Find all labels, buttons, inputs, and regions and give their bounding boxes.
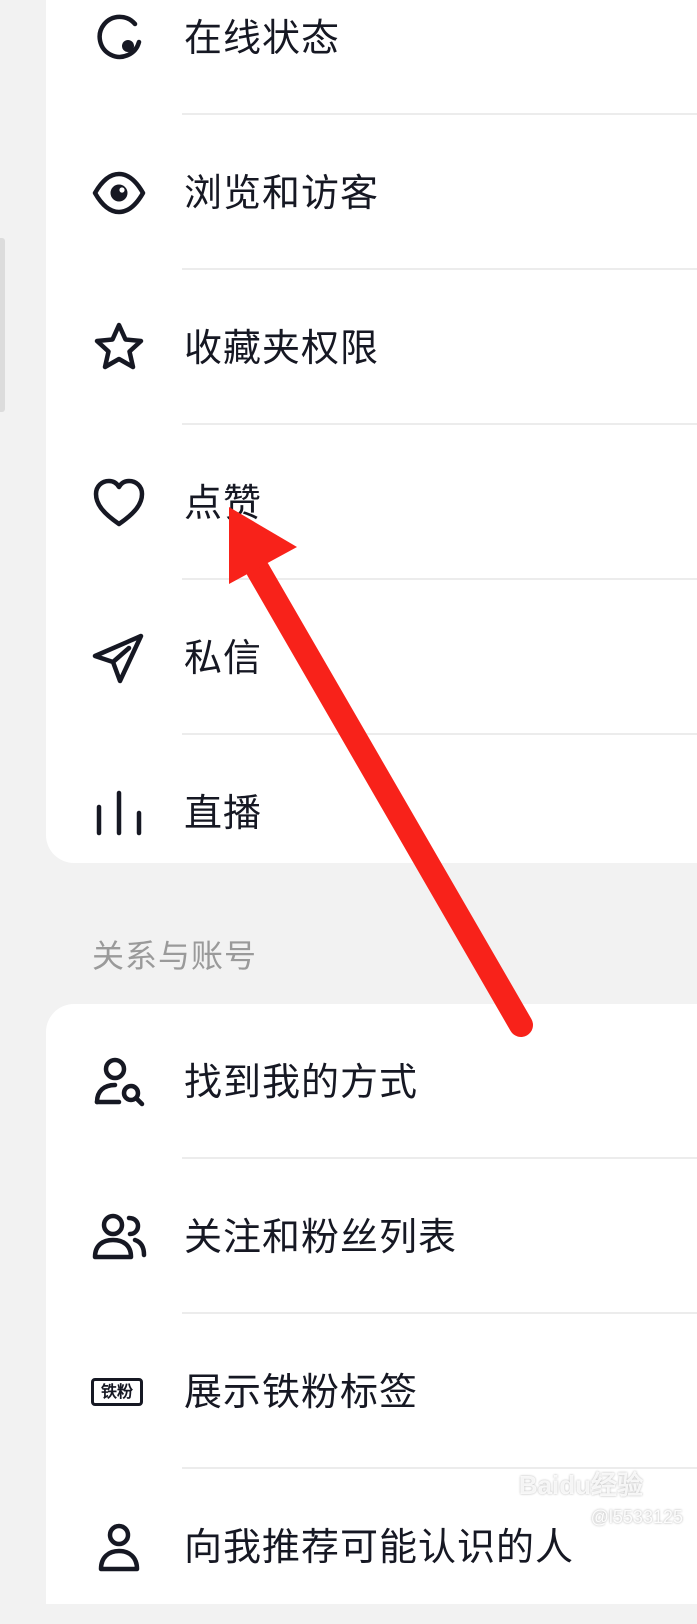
settings-row-label: 找到我的方式 xyxy=(184,1059,419,1104)
settings-row-live[interactable]: 直播 xyxy=(46,735,697,890)
eye-icon xyxy=(91,165,147,221)
settings-row-label: 浏览和访客 xyxy=(184,170,380,215)
settings-row-label: 直播 xyxy=(184,790,263,835)
live-bars-icon xyxy=(91,785,147,841)
watermark: Baidu经验 @l5533125 xyxy=(519,1470,683,1528)
settings-row-label: 在线状态 xyxy=(184,15,341,60)
settings-row-label: 收藏夹权限 xyxy=(184,325,380,370)
heart-icon xyxy=(91,475,147,531)
user-search-icon xyxy=(91,1054,147,1110)
watermark-handle: @l5533125 xyxy=(590,1507,683,1527)
tiefen-badge-icon: 铁粉 xyxy=(91,1364,147,1420)
settings-row-favorites-permission[interactable]: 收藏夹权限 xyxy=(46,270,697,425)
settings-row-following-followers-list[interactable]: 关注和粉丝列表 xyxy=(46,1159,697,1314)
settings-row-likes[interactable]: 点赞 xyxy=(46,425,697,580)
privacy-settings-card: 在线状态 浏览和访客 收藏夹权限 点赞 私信 直播 xyxy=(46,0,697,863)
watermark-brand: Baidu经验 xyxy=(518,1470,643,1500)
settings-row-online-status[interactable]: 在线状态 xyxy=(46,0,697,115)
users-icon xyxy=(91,1209,147,1265)
settings-row-views-visitors[interactable]: 浏览和访客 xyxy=(46,115,697,270)
settings-row-direct-messages[interactable]: 私信 xyxy=(46,580,697,735)
settings-row-show-tiefen-badge[interactable]: 铁粉 展示铁粉标签 xyxy=(46,1314,697,1469)
online-status-icon xyxy=(91,10,147,66)
section-title-relations-account: 关系与账号 xyxy=(92,937,258,975)
settings-row-label: 点赞 xyxy=(184,480,263,525)
settings-row-how-to-find-me[interactable]: 找到我的方式 xyxy=(46,1004,697,1159)
settings-row-label: 关注和粉丝列表 xyxy=(184,1214,458,1259)
star-icon xyxy=(91,320,147,376)
user-icon xyxy=(91,1519,147,1575)
scroll-indicator xyxy=(0,238,5,412)
paper-plane-icon xyxy=(91,630,147,686)
tiefen-badge-text: 铁粉 xyxy=(91,1377,143,1406)
settings-row-label: 展示铁粉标签 xyxy=(184,1369,419,1414)
settings-row-label: 私信 xyxy=(184,635,263,680)
settings-row-label: 向我推荐可能认识的人 xyxy=(184,1524,575,1569)
